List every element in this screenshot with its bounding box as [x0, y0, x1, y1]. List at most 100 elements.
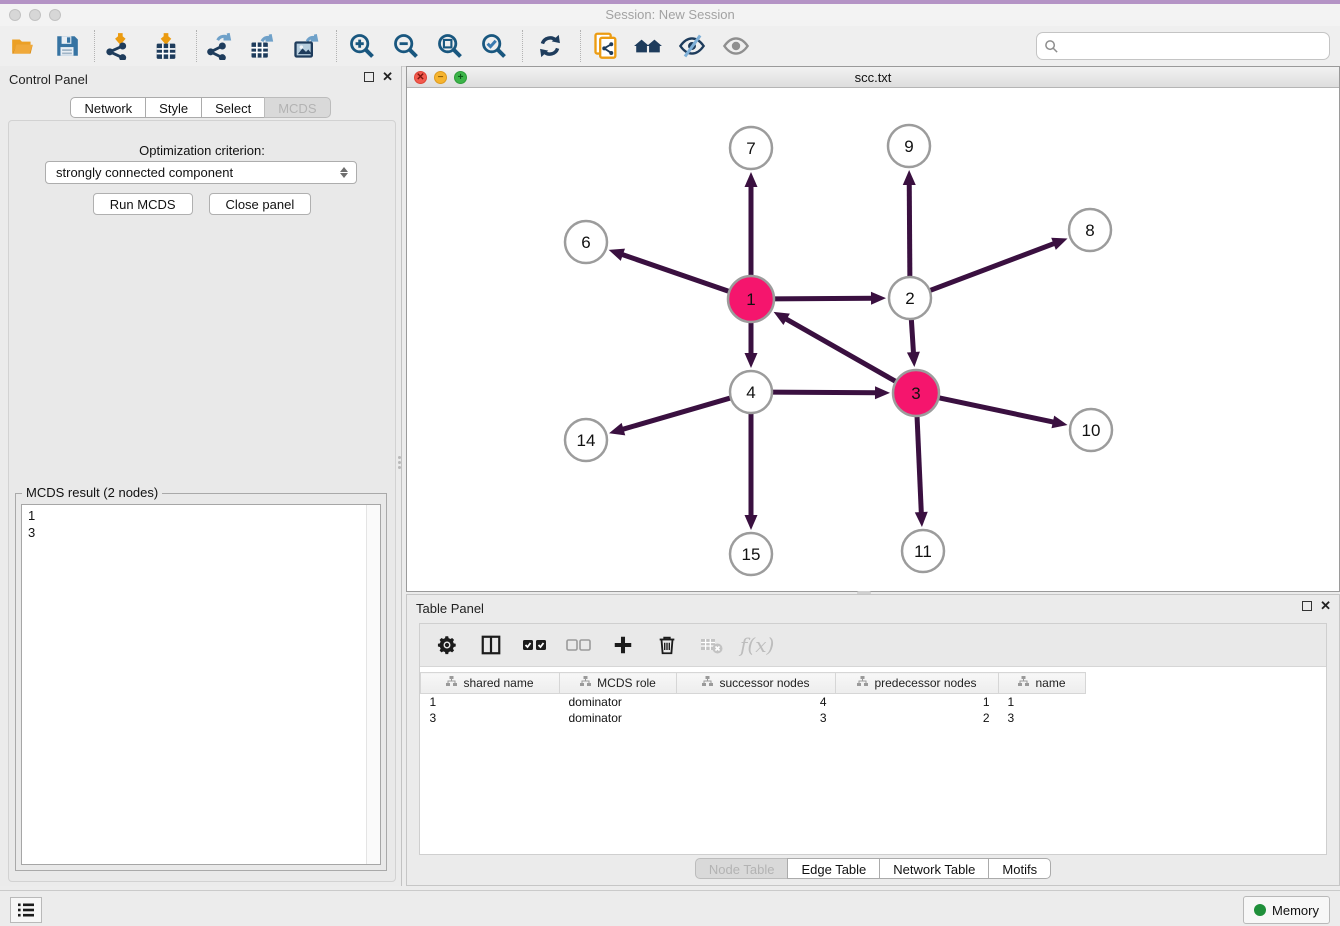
search-field[interactable]	[1036, 32, 1330, 60]
table-cell[interactable]: 1	[999, 694, 1086, 711]
zoom-selected-icon[interactable]	[479, 31, 509, 61]
graph-node-label: 15	[742, 545, 761, 564]
tab-edge-table[interactable]: Edge Table	[787, 858, 880, 879]
column-header-MCDS-role[interactable]: MCDS role	[560, 673, 677, 694]
optimization-criterion-label: Optimization criterion:	[9, 143, 395, 158]
tab-network[interactable]: Network	[70, 97, 146, 118]
tab-network-table[interactable]: Network Table	[879, 858, 989, 879]
import-network-icon[interactable]	[103, 31, 133, 61]
edge-arrowhead	[903, 170, 916, 185]
tab-style[interactable]: Style	[145, 97, 202, 118]
close-panel-icon[interactable]: ✕	[1320, 600, 1331, 612]
graph-node-label: 1	[746, 290, 755, 309]
refresh-icon[interactable]	[535, 31, 565, 61]
window-title: Session: New Session	[0, 7, 1340, 22]
edge-4-3[interactable]	[770, 392, 878, 393]
show-columns-icon[interactable]	[476, 630, 506, 660]
table-cell[interactable]: 3	[999, 710, 1086, 726]
edge-arrowhead	[609, 423, 625, 435]
export-table-icon[interactable]	[247, 31, 277, 61]
memory-status-icon	[1254, 904, 1266, 916]
edge-1-6[interactable]	[620, 254, 731, 292]
select-all-columns-icon[interactable]	[520, 630, 550, 660]
edge-arrowhead	[871, 292, 886, 305]
show-all-icon[interactable]	[721, 31, 751, 61]
float-panel-icon[interactable]	[1302, 601, 1312, 611]
column-label: MCDS role	[597, 676, 656, 690]
tab-select[interactable]: Select	[201, 97, 265, 118]
status-bar: Memory	[0, 890, 1340, 926]
first-neighbors-icon[interactable]	[633, 31, 663, 61]
scrollbar-track[interactable]	[366, 505, 380, 864]
edge-2-8[interactable]	[928, 243, 1057, 292]
save-session-icon[interactable]	[52, 31, 82, 61]
column-header-successor-nodes[interactable]: successor nodes	[677, 673, 836, 694]
close-panel-icon[interactable]: ✕	[382, 71, 393, 83]
add-column-icon[interactable]	[608, 630, 638, 660]
column-header-predecessor-nodes[interactable]: predecessor nodes	[836, 673, 999, 694]
network-view-window: ✕ − + scc.txt 7968124314101511	[406, 66, 1340, 592]
search-input[interactable]	[1059, 35, 1329, 57]
graph-node-label: 6	[581, 233, 590, 252]
clone-network-icon[interactable]	[591, 31, 621, 61]
edge-2-9[interactable]	[909, 182, 910, 279]
tab-node-table[interactable]: Node Table	[695, 858, 789, 879]
edge-3-11[interactable]	[917, 414, 921, 515]
graph-node-label: 9	[904, 137, 913, 156]
delete-table-icon	[696, 630, 726, 660]
table-cell[interactable]: dominator	[560, 710, 677, 726]
edge-3-10[interactable]	[937, 397, 1056, 422]
tab-mcds[interactable]: MCDS	[264, 97, 330, 118]
column-label: shared name	[463, 676, 533, 690]
zoom-out-icon[interactable]	[391, 31, 421, 61]
memory-label: Memory	[1272, 903, 1319, 918]
export-network-icon[interactable]	[205, 31, 235, 61]
table-cell[interactable]: 3	[677, 710, 836, 726]
criterion-select[interactable]: strongly connected component	[45, 161, 357, 184]
float-panel-icon[interactable]	[364, 72, 374, 82]
table-toolbar: f(x)	[420, 624, 1326, 667]
table-row[interactable]: 3dominator323	[421, 710, 1086, 726]
edge-arrowhead	[745, 172, 758, 187]
table-cell[interactable]: 3	[421, 710, 560, 726]
node-table-container: f(x) shared name MCDS role successor nodes…	[419, 623, 1327, 855]
edge-arrowhead	[609, 249, 625, 261]
edge-2-3[interactable]	[911, 317, 913, 355]
network-canvas[interactable]: 7968124314101511	[407, 88, 1339, 591]
mcds-result-list[interactable]: 13	[21, 504, 381, 865]
splitter-grip[interactable]	[398, 456, 401, 469]
column-type-icon	[446, 676, 457, 690]
edge-4-14[interactable]	[621, 397, 733, 430]
table-options-icon[interactable]	[432, 630, 462, 660]
app-titlebar: Session: New Session	[0, 0, 1340, 27]
network-window-titlebar[interactable]: ✕ − + scc.txt	[407, 67, 1339, 88]
open-session-icon[interactable]	[8, 31, 38, 61]
select-stepper-icon	[336, 167, 352, 178]
run-mcds-button[interactable]: Run MCDS	[93, 193, 193, 215]
edge-1-2[interactable]	[772, 298, 874, 299]
edge-3-1[interactable]	[784, 318, 898, 383]
table-row[interactable]: 1dominator411	[421, 694, 1086, 711]
export-image-icon[interactable]	[291, 31, 321, 61]
table-cell[interactable]: 1	[421, 694, 560, 711]
table-cell[interactable]: 4	[677, 694, 836, 711]
toolbar-separator	[336, 30, 337, 62]
network-list-button[interactable]	[10, 897, 42, 923]
memory-button[interactable]: Memory	[1243, 896, 1330, 924]
zoom-fit-icon[interactable]	[435, 31, 465, 61]
column-header-shared-name[interactable]: shared name	[421, 673, 560, 694]
hide-selected-icon[interactable]	[677, 31, 707, 61]
tab-motifs[interactable]: Motifs	[988, 858, 1051, 879]
table-cell[interactable]: dominator	[560, 694, 677, 711]
zoom-in-icon[interactable]	[347, 31, 377, 61]
column-header-name[interactable]: name	[999, 673, 1086, 694]
unselect-all-columns-icon[interactable]	[564, 630, 594, 660]
import-table-icon[interactable]	[151, 31, 181, 61]
close-panel-button[interactable]: Close panel	[209, 193, 312, 215]
table-cell[interactable]: 2	[836, 710, 999, 726]
criterion-value: strongly connected component	[46, 165, 336, 180]
toolbar-separator	[94, 30, 95, 62]
edge-arrowhead	[745, 515, 758, 530]
table-cell[interactable]: 1	[836, 694, 999, 711]
delete-columns-icon[interactable]	[652, 630, 682, 660]
